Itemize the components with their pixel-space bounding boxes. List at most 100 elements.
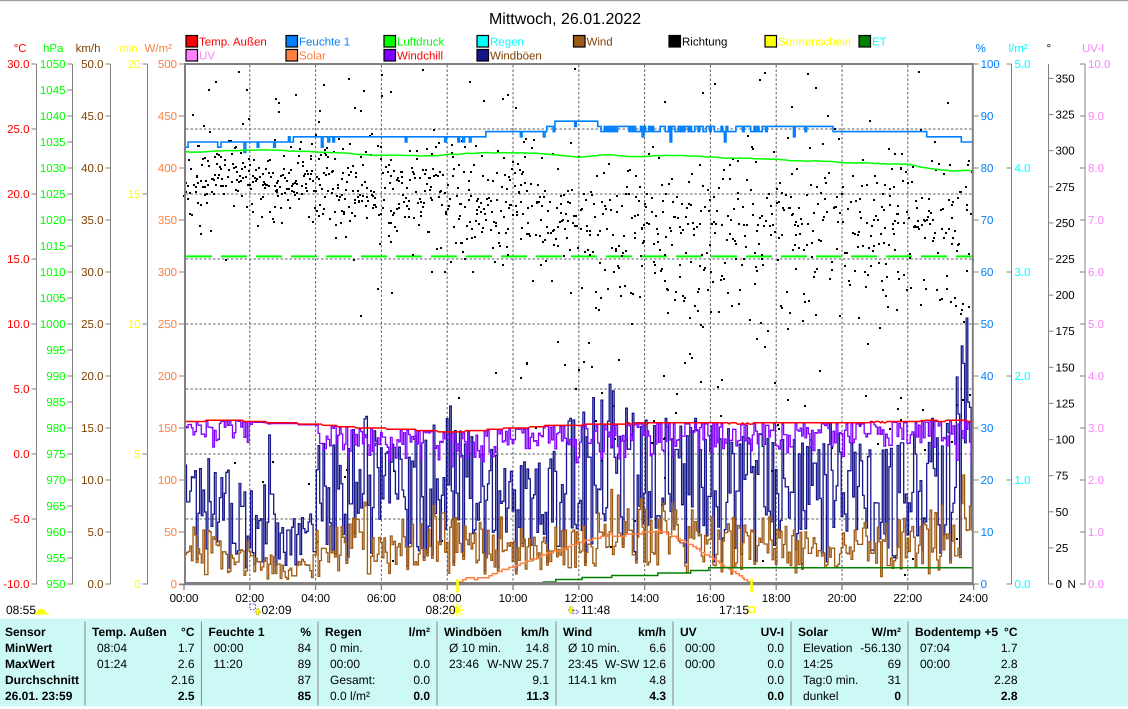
- svg-text:0: 0: [981, 579, 987, 591]
- svg-text:1.7: 1.7: [1001, 641, 1018, 655]
- svg-text:04:00: 04:00: [301, 593, 330, 605]
- svg-text:85: 85: [298, 689, 312, 703]
- svg-text:975: 975: [46, 449, 65, 461]
- svg-text:Luftdruck: Luftdruck: [397, 37, 445, 49]
- svg-text:5.0: 5.0: [1015, 59, 1031, 71]
- svg-text:11:48: 11:48: [581, 603, 610, 617]
- svg-text:4.3: 4.3: [649, 689, 666, 703]
- svg-text:00:00: 00:00: [214, 641, 244, 655]
- svg-text:km/h: km/h: [521, 625, 549, 639]
- svg-text:20: 20: [981, 475, 994, 487]
- svg-text:Solar: Solar: [299, 51, 326, 63]
- svg-text:Bodentemp +5: Bodentemp +5: [915, 625, 998, 639]
- svg-text:Wind: Wind: [563, 625, 592, 639]
- svg-text:Windböen: Windböen: [490, 51, 542, 63]
- svg-text:Windchill: Windchill: [397, 51, 443, 63]
- svg-text:01:24: 01:24: [97, 657, 127, 671]
- svg-text:-10.0: -10.0: [3, 579, 29, 591]
- svg-text:31: 31: [888, 673, 902, 687]
- svg-text:250: 250: [1056, 218, 1075, 230]
- svg-text:20: 20: [128, 59, 141, 71]
- svg-text:89: 89: [298, 657, 312, 671]
- svg-text:Sonnenschein: Sonnenschein: [778, 37, 851, 49]
- svg-text:20:00: 20:00: [828, 593, 857, 605]
- svg-text:114.1 km: 114.1 km: [568, 673, 616, 687]
- svg-text:5.0: 5.0: [1088, 319, 1104, 331]
- svg-text:30: 30: [981, 423, 994, 435]
- svg-text:°C: °C: [14, 43, 27, 55]
- svg-text:l/m²: l/m²: [409, 625, 430, 639]
- svg-text:2.0: 2.0: [1015, 371, 1031, 383]
- svg-text:10.0: 10.0: [81, 475, 103, 487]
- svg-text:14.8: 14.8: [526, 641, 550, 655]
- svg-text:08:55: 08:55: [6, 603, 36, 617]
- svg-text:80: 80: [981, 163, 994, 175]
- svg-text:100: 100: [1056, 435, 1075, 447]
- svg-text:0.0 l/m²: 0.0 l/m²: [330, 689, 370, 703]
- svg-text:0.0: 0.0: [1015, 579, 1031, 591]
- svg-text:l/m²: l/m²: [1009, 43, 1028, 55]
- svg-text:125: 125: [1056, 398, 1075, 410]
- svg-text:2.8: 2.8: [1001, 657, 1018, 671]
- svg-text:Gesamt:: Gesamt:: [330, 673, 375, 687]
- svg-text:0: 0: [894, 689, 901, 703]
- svg-text:69: 69: [888, 657, 902, 671]
- svg-text:15.0: 15.0: [81, 423, 103, 435]
- svg-text:1040: 1040: [40, 111, 66, 123]
- svg-text:Ø 10 min.: Ø 10 min.: [449, 641, 501, 655]
- svg-text:0.0: 0.0: [413, 689, 430, 703]
- svg-text:30.0: 30.0: [81, 267, 103, 279]
- svg-text:20.0: 20.0: [7, 189, 29, 201]
- svg-text:Solar: Solar: [798, 625, 828, 639]
- svg-text:45.0: 45.0: [81, 111, 103, 123]
- svg-text:400: 400: [158, 163, 177, 175]
- svg-text:175: 175: [1056, 326, 1075, 338]
- svg-text:300: 300: [158, 267, 177, 279]
- svg-text:35.0: 35.0: [81, 215, 103, 227]
- svg-text:30.0: 30.0: [7, 59, 29, 71]
- svg-text:0.0: 0.0: [413, 673, 430, 687]
- svg-text:km/h: km/h: [638, 625, 666, 639]
- svg-text:225: 225: [1056, 254, 1075, 266]
- svg-text:2.5: 2.5: [178, 689, 195, 703]
- svg-text:84: 84: [298, 641, 312, 655]
- svg-text:Feuchte 1: Feuchte 1: [299, 37, 350, 49]
- svg-text:90: 90: [981, 111, 994, 123]
- svg-text:1015: 1015: [40, 241, 66, 253]
- svg-text:15: 15: [128, 189, 141, 201]
- svg-text:00:00: 00:00: [920, 657, 950, 671]
- svg-text:10:00: 10:00: [499, 593, 528, 605]
- svg-text:24:00: 24:00: [959, 593, 988, 605]
- svg-text:Tag:0 min.: Tag:0 min.: [803, 673, 858, 687]
- svg-text:50: 50: [981, 319, 994, 331]
- svg-text:995: 995: [46, 345, 65, 357]
- svg-text:06:00: 06:00: [367, 593, 396, 605]
- svg-text:500: 500: [158, 59, 177, 71]
- svg-text:2.0: 2.0: [1088, 475, 1104, 487]
- svg-text:-5.0: -5.0: [10, 514, 30, 526]
- svg-text:250: 250: [158, 319, 177, 331]
- svg-text:0 min.: 0 min.: [330, 641, 363, 655]
- svg-text:980: 980: [46, 423, 65, 435]
- svg-text:08:04: 08:04: [97, 641, 127, 655]
- svg-text:100: 100: [981, 59, 1000, 71]
- svg-text:350: 350: [1056, 73, 1075, 85]
- svg-text:0.0: 0.0: [88, 579, 104, 591]
- svg-text:W/m²: W/m²: [145, 43, 173, 55]
- svg-text:UV: UV: [680, 625, 697, 639]
- svg-text:9.0: 9.0: [1088, 111, 1104, 123]
- svg-text:3.0: 3.0: [1015, 267, 1031, 279]
- svg-text:0.0: 0.0: [767, 641, 784, 655]
- svg-text:1050: 1050: [40, 59, 66, 71]
- svg-text:17:15: 17:15: [719, 603, 749, 617]
- svg-text:15.0: 15.0: [7, 254, 29, 266]
- svg-text:0: 0: [1056, 579, 1062, 591]
- svg-text:MaxWert: MaxWert: [5, 657, 55, 671]
- svg-text:min: min: [119, 43, 138, 55]
- svg-text:0.0: 0.0: [767, 657, 784, 671]
- svg-text:9.1: 9.1: [532, 673, 549, 687]
- svg-text:8.0: 8.0: [1088, 163, 1104, 175]
- svg-text:°: °: [1047, 43, 1052, 55]
- svg-text:5.0: 5.0: [14, 384, 30, 396]
- svg-text:W-NW 25.7: W-NW 25.7: [487, 657, 549, 671]
